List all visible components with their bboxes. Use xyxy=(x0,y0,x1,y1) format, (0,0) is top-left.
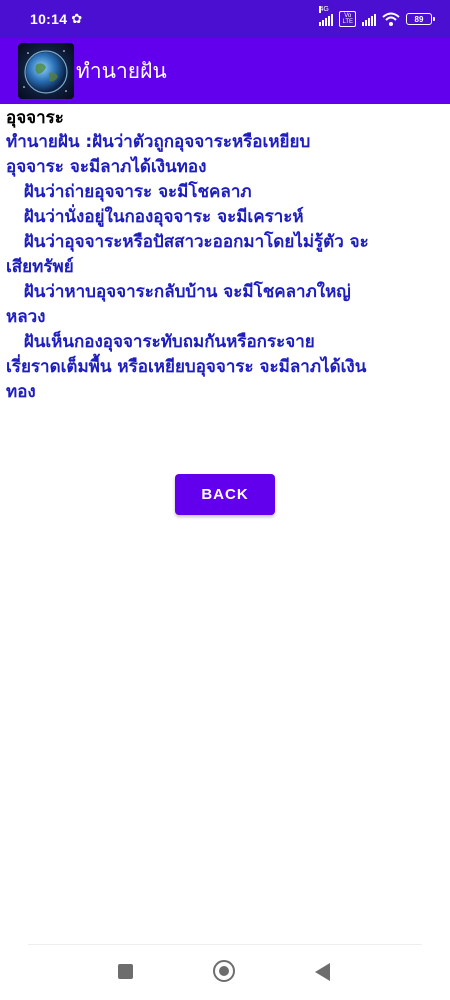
app-title: ทำนายฝัน xyxy=(76,58,167,83)
home-icon[interactable] xyxy=(213,960,235,982)
network-type: 4G xyxy=(319,6,329,13)
status-bar: 10:14 ✿ 4G Vo LTE 89 xyxy=(0,0,450,38)
volte-icon: Vo LTE xyxy=(339,11,356,27)
gear-icon: ✿ xyxy=(71,11,83,27)
status-icons: 4G Vo LTE 89 xyxy=(319,6,435,27)
description-line: เสียทรัพย์ xyxy=(6,257,74,277)
description-line: ฝันว่าอุจจาระหรือปัสสาวะออกมาโดยไม่รู้ตั… xyxy=(6,232,369,252)
description-line: อุจจาระ จะมีลาภได้เงินทอง xyxy=(6,157,207,177)
app-bar: ทำนายฝัน xyxy=(0,38,450,104)
back-button[interactable]: BACK xyxy=(175,474,275,515)
status-time: 10:14 xyxy=(30,11,68,27)
signal-icon-2 xyxy=(362,12,376,26)
description-line: เรี่ยราดเต็มพื้น หรือเหยียบอุจจาระ จะมีล… xyxy=(6,357,367,377)
dream-content: อุจจาระ ทำนายฝัน :ฝันว่าตัวถูกอุจจาระหรื… xyxy=(6,106,446,405)
dream-description: ทำนายฝัน :ฝันว่าตัวถูกอุจจาระหรือเหยียบ … xyxy=(6,130,446,405)
battery-icon: 89 xyxy=(406,13,435,25)
description-line: ฝันว่าถ่ายอุจจาระ จะมีโชคลาภ xyxy=(6,182,252,202)
description-line: ฝันว่าหาบอุจจาระกลับบ้าน จะมีโชคลาภใหญ่ xyxy=(6,282,351,302)
recents-icon[interactable] xyxy=(118,964,133,979)
description-line: ทำนายฝัน :ฝันว่าตัวถูกอุจจาระหรือเหยียบ xyxy=(6,132,311,152)
description-line: ฝันว่านั่งอยู่ในกองอุจจาระ จะมีเคราะห์ xyxy=(6,207,304,227)
earth-logo xyxy=(18,43,74,99)
dream-heading: อุจจาระ xyxy=(6,108,64,128)
battery-level: 89 xyxy=(414,14,424,24)
nav-divider xyxy=(28,944,422,945)
back-icon[interactable] xyxy=(315,963,330,981)
wifi-icon xyxy=(382,12,400,26)
system-nav-bar xyxy=(0,946,450,1000)
description-line: ฝันเห็นกองอุจจาระทับถมกันหรือกระจาย xyxy=(6,332,315,352)
volte-bottom-label: LTE xyxy=(342,19,353,25)
description-line: หลวง xyxy=(6,307,46,327)
signal-icon: 4G xyxy=(319,6,334,26)
description-line: ทอง xyxy=(6,382,36,402)
